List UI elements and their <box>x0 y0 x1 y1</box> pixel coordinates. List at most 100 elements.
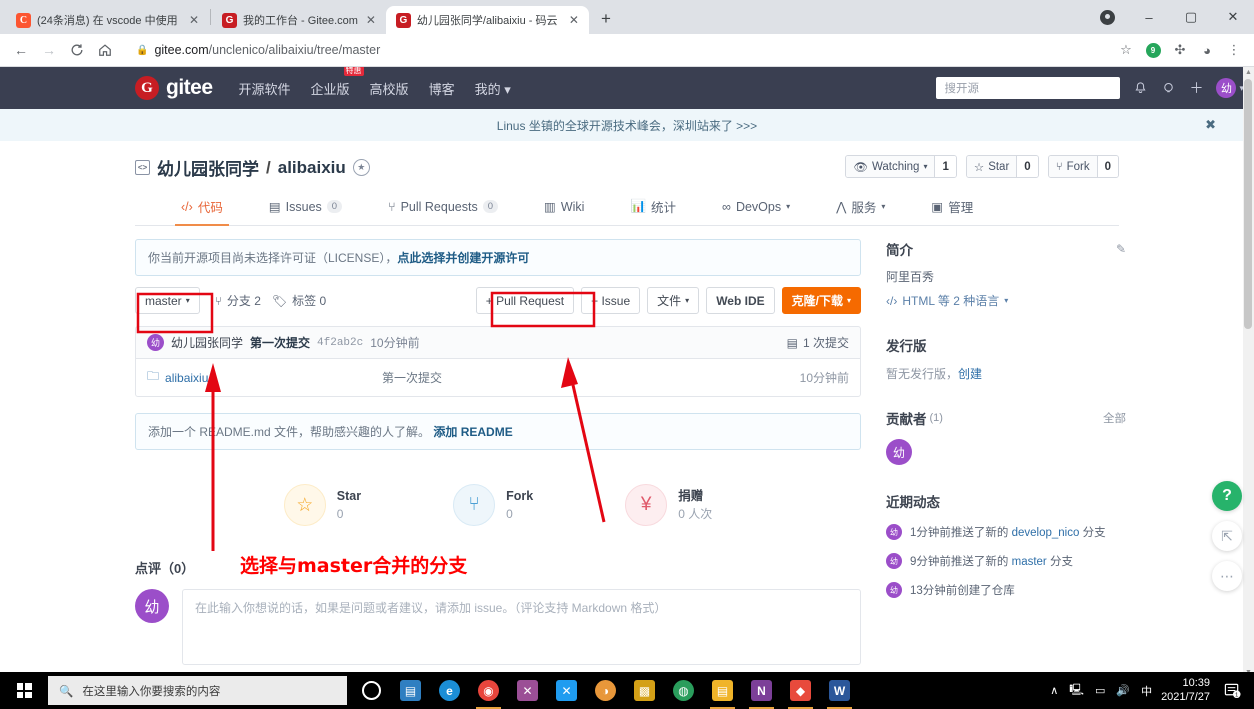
edit-icon[interactable]: ✎ <box>1116 242 1126 256</box>
tab-wiki[interactable]: ▥ Wiki <box>544 191 584 225</box>
create-release-link[interactable]: 创建 <box>958 367 982 381</box>
share-icon[interactable]: ⇱ <box>1212 521 1242 551</box>
social-star[interactable]: ☆ Star 0 <box>283 484 361 526</box>
extension-green-icon[interactable]: 9 <box>1141 38 1165 62</box>
gitee-logo[interactable]: G gitee <box>135 76 213 100</box>
issue-button[interactable]: + Issue <box>581 287 641 314</box>
browser-tab-1[interactable]: C (24条消息) 在 vscode 中使用 Gi ✕ <box>6 6 209 34</box>
pull-request-button[interactable]: + Pull Request <box>475 287 575 314</box>
comment-input[interactable]: 在此输入你想说的话，如果是问题或者建议，请添加 issue。（评论支持 Mark… <box>182 589 861 665</box>
repo-owner-link[interactable]: 幼儿园张同学 <box>157 155 259 180</box>
close-icon[interactable]: ✕ <box>567 13 581 27</box>
help-icon[interactable]: ? <box>1212 481 1242 511</box>
branch-count[interactable]: 分支 2 <box>227 292 261 309</box>
repo-name-link[interactable]: alibaixiu <box>278 158 346 178</box>
tab-pull-requests[interactable]: ⑂ Pull Requests 0 <box>388 191 499 225</box>
browser-menu-icon[interactable]: ⋮ <box>1222 38 1246 62</box>
files-button[interactable]: 文件 ▾ <box>647 287 700 314</box>
taskbar-app-task-view[interactable]: ▤ <box>391 672 430 709</box>
star-button-group[interactable]: ☆ Star 0 <box>965 155 1039 178</box>
bell-icon[interactable] <box>1133 81 1148 96</box>
scrollbar-thumb[interactable] <box>1244 79 1252 329</box>
taskbar-app-vscode[interactable]: ✕ <box>547 672 586 709</box>
new-tab-button[interactable]: + <box>593 6 619 32</box>
profile-icon[interactable] <box>1086 0 1128 34</box>
taskbar-app-onenote[interactable]: N <box>742 672 781 709</box>
browser-tab-3[interactable]: G 幼儿园张同学/alibaixiu - 码云 · ✕ <box>385 6 589 34</box>
social-fork[interactable]: ⑂ Fork 0 <box>453 484 533 526</box>
battery-icon[interactable]: ▭ <box>1095 684 1105 697</box>
tab-code[interactable]: ‹/› 代码 <box>175 191 229 226</box>
forward-icon[interactable]: → <box>36 37 62 63</box>
search-input[interactable]: 搜开源 <box>936 77 1121 99</box>
lightbulb-icon[interactable] <box>1161 81 1176 96</box>
activity-target[interactable]: develop_nico <box>1012 527 1080 539</box>
scroll-up-arrow[interactable]: ▲ <box>1243 67 1254 78</box>
browser-tab-2[interactable]: G 我的工作台 - Gitee.com ✕ <box>212 6 386 34</box>
puzzle-icon[interactable]: ✣ <box>1168 38 1192 62</box>
nav-enterprise[interactable]: 企业版 特惠 <box>311 67 364 98</box>
taskbar-app-12[interactable]: ◆ <box>781 672 820 709</box>
activity-target[interactable]: master <box>1012 556 1047 568</box>
taskbar-search[interactable]: 🔍 在这里输入你要搜索的内容 <box>48 676 347 705</box>
minimize-button[interactable]: – <box>1128 0 1170 34</box>
watch-button-group[interactable]: 👁 Watching ▾ 1 <box>845 155 957 178</box>
taskbar-app-edge[interactable]: e <box>430 672 469 709</box>
taskbar-app-visual-studio[interactable]: ✕ <box>508 672 547 709</box>
nav-education[interactable]: 高校版 <box>370 79 409 98</box>
taskbar-app-9[interactable]: ◍ <box>664 672 703 709</box>
volume-icon[interactable]: 🔊 <box>1116 684 1130 697</box>
close-icon[interactable]: ✕ <box>187 13 201 27</box>
watch-button[interactable]: 👁 Watching ▾ <box>846 156 935 177</box>
social-donate[interactable]: ¥ 捐赠 0 人次 <box>625 484 712 526</box>
nav-mine[interactable]: 我的 ▾ <box>475 79 511 98</box>
taskbar-app-navicat[interactable]: ◑ <box>586 672 625 709</box>
notification-center-icon[interactable]: 1 <box>1219 672 1245 709</box>
tab-services[interactable]: ⋀ 服务 ▾ <box>836 191 885 225</box>
close-icon[interactable]: ✕ <box>364 13 378 27</box>
avatar[interactable]: 幼 <box>886 439 912 465</box>
license-notice-link[interactable]: 点此选择并创建开源许可 <box>397 251 529 265</box>
close-icon[interactable]: ✖ <box>1205 117 1216 133</box>
taskbar-app-cortana[interactable] <box>352 672 391 709</box>
fork-button[interactable]: ⑂ Fork <box>1048 156 1097 177</box>
maximize-button[interactable]: ▢ <box>1170 0 1212 34</box>
commit-count[interactable]: ▤ 1 次提交 <box>787 334 849 351</box>
taskbar-app-explorer[interactable]: ▤ <box>703 672 742 709</box>
bookmark-star-icon[interactable]: ☆ <box>1114 38 1138 62</box>
commit-sha[interactable]: 4f2ab2c <box>317 337 363 349</box>
avatar-extension-icon[interactable]: ◕ <box>1195 38 1219 62</box>
page-scrollbar[interactable]: ▲ ▼ <box>1243 67 1254 678</box>
fork-button-group[interactable]: ⑂ Fork 0 <box>1047 155 1119 178</box>
reload-icon[interactable] <box>64 37 90 63</box>
readme-notice-link[interactable]: 添加 README <box>433 425 512 439</box>
close-window-button[interactable]: ✕ <box>1212 0 1254 34</box>
tab-statistics[interactable]: 📊 统计 <box>630 191 676 225</box>
home-icon[interactable] <box>92 37 118 63</box>
monitor-icon[interactable]: 🖳 <box>1069 681 1084 700</box>
file-row[interactable]: 🗀 alibaixiu 第一次提交 10分钟前 <box>135 358 861 397</box>
commit-message[interactable]: 第一次提交 <box>250 334 310 351</box>
start-button[interactable] <box>0 672 48 709</box>
taskbar-app-chrome[interactable]: ◉ <box>469 672 508 709</box>
nav-blog[interactable]: 博客 <box>429 79 455 98</box>
plus-icon[interactable]: ＋ <box>1189 78 1203 98</box>
star-button[interactable]: ☆ Star <box>966 156 1017 177</box>
language-row[interactable]: ‹/› HTML 等 2 种语言 ▾ <box>886 292 1126 309</box>
announcement-text[interactable]: Linus 坐镇的全球开源技术峰会，深圳站来了 >>> <box>497 117 757 134</box>
taskbar-app-8[interactable]: ▩ <box>625 672 664 709</box>
taskbar-clock[interactable]: 10:39 2021/7/27 <box>1161 677 1210 705</box>
user-avatar[interactable]: 幼 ▾ <box>1216 78 1244 98</box>
back-icon[interactable]: ← <box>8 37 34 63</box>
nav-opensource[interactable]: 开源软件 <box>239 79 291 98</box>
tab-devops[interactable]: ∞ DevOps ▾ <box>722 191 790 225</box>
branch-selector[interactable]: master ▾ <box>135 287 200 314</box>
contributors-all-link[interactable]: 全部 <box>1103 410 1126 426</box>
web-ide-button[interactable]: Web IDE <box>706 287 775 314</box>
tab-issues[interactable]: ▤ Issues 0 <box>269 191 343 225</box>
commit-author[interactable]: 幼儿园张同学 <box>171 334 243 351</box>
tab-manage[interactable]: ▣ 管理 <box>931 191 973 225</box>
file-name[interactable]: 🗀 alibaixiu <box>147 367 337 388</box>
ime-indicator[interactable]: 中 <box>1141 683 1152 699</box>
feedback-icon[interactable]: ⋯ <box>1212 561 1242 591</box>
